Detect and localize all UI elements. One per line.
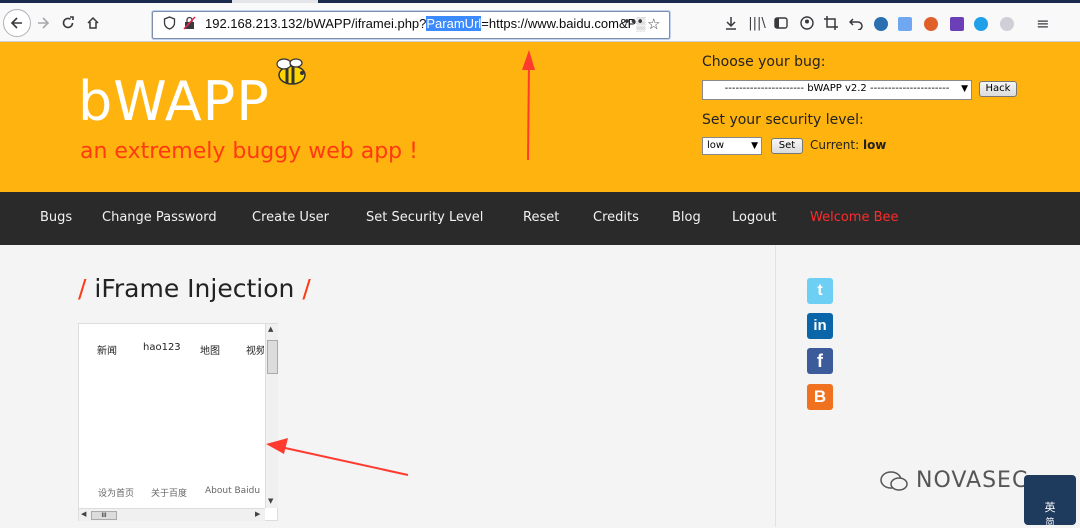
current-level-label: Current: — [810, 138, 860, 152]
url-text[interactable]: 192.168.213.132/bWAPP/iframei.php?ParamU… — [205, 16, 646, 31]
page-actions-button[interactable]: ••• — [623, 15, 644, 30]
chevron-down-icon: ▼ — [961, 84, 968, 94]
home-button[interactable] — [80, 10, 106, 36]
injected-iframe[interactable]: 新闻 hao123 地图 视频 设为首页 关于百度 About Baidu ▲ … — [78, 323, 278, 521]
nav-item-reset[interactable]: Reset — [523, 210, 559, 225]
sidebar-icon[interactable] — [768, 10, 794, 36]
title-slash-right: / — [302, 274, 311, 303]
watermark-text: NOVASEC — [916, 468, 1029, 493]
iframe-vertical-thumb[interactable] — [267, 340, 278, 374]
undo-icon[interactable] — [843, 10, 869, 36]
url-suffix: =https://www.baidu.com&P — [481, 16, 637, 31]
url-prefix: 192.168.213.132/bWAPP/iframei.php? — [205, 16, 427, 31]
main-nav: Bugs Change Password Create User Set Sec… — [0, 192, 1080, 245]
bookmark-star-icon[interactable]: ☆ — [647, 15, 660, 33]
extension-icon-5[interactable] — [974, 17, 988, 31]
set-button[interactable]: Set — [771, 138, 803, 154]
choose-bug-label: Choose your bug: — [702, 54, 826, 70]
download-icon[interactable] — [718, 10, 744, 36]
annotation-arrow-left — [266, 438, 409, 476]
twitter-icon[interactable]: t — [807, 278, 833, 304]
nav-item-change-password[interactable]: Change Password — [102, 210, 217, 225]
bug-select-value: ---------------------- bWAPP v2.2 ------… — [724, 83, 950, 94]
title-text: iFrame Injection — [94, 274, 295, 303]
title-slash-left: / — [78, 274, 87, 303]
security-level-label: Set your security level: — [702, 112, 864, 128]
crop-icon[interactable] — [818, 10, 844, 36]
insecure-lock-icon[interactable] — [183, 16, 196, 34]
extension-icon-6[interactable] — [1000, 17, 1014, 31]
site-logo[interactable]: bWAPP — [78, 70, 270, 133]
facebook-icon[interactable]: f — [807, 348, 833, 374]
extension-icon-3[interactable] — [924, 17, 938, 31]
extension-icon-4[interactable] — [950, 17, 964, 31]
menu-icon[interactable]: ≡ — [1030, 10, 1056, 36]
scroll-right-icon[interactable]: ▶ — [255, 510, 260, 518]
iframe-horizontal-thumb[interactable]: III — [91, 511, 117, 520]
iframe-link-hao123[interactable]: hao123 — [143, 342, 181, 353]
back-arrow-icon — [10, 17, 22, 29]
security-level-value: low — [707, 140, 725, 151]
library-icon[interactable]: |||\ — [744, 10, 770, 36]
current-level: Current: low — [810, 138, 886, 152]
forward-button[interactable] — [30, 10, 56, 36]
url-bar[interactable]: 192.168.213.132/bWAPP/iframei.php?ParamU… — [152, 11, 670, 39]
iframe-footer-about[interactable]: 关于百度 — [151, 486, 187, 499]
tagline: an extremely buggy web app ! — [80, 139, 418, 164]
reload-button[interactable] — [55, 10, 81, 36]
chevron-down-icon: ▼ — [751, 141, 758, 151]
back-button[interactable] — [3, 9, 31, 37]
watermark: NOVASEC — [880, 468, 1028, 493]
nav-item-create-user[interactable]: Create User — [252, 210, 329, 225]
hack-button[interactable]: Hack — [979, 81, 1017, 97]
nav-item-bugs[interactable]: Bugs — [40, 210, 72, 225]
scroll-left-icon[interactable]: ◀ — [81, 510, 86, 518]
sidebar-divider — [775, 245, 776, 527]
extension-icon-1[interactable] — [874, 17, 888, 31]
scroll-down-icon[interactable]: ▼ — [268, 497, 273, 505]
account-icon[interactable] — [794, 10, 820, 36]
iframe-footer-about-baidu[interactable]: About Baidu — [205, 486, 260, 496]
iframe-footer-homepage[interactable]: 设为首页 — [98, 486, 134, 499]
forward-arrow-icon — [38, 17, 50, 29]
security-level-select[interactable]: low ▼ — [702, 137, 762, 155]
nav-item-blog[interactable]: Blog — [672, 210, 701, 225]
ime-bottom: 简 — [1045, 518, 1055, 528]
iframe-link-news[interactable]: 新闻 — [97, 342, 117, 357]
annotation-arrow-up — [522, 50, 535, 161]
shield-icon[interactable] — [163, 16, 176, 34]
bug-select[interactable]: ---------------------- bWAPP v2.2 ------… — [702, 80, 972, 100]
iframe-horizontal-scrollbar[interactable]: ◀ III ▶ — [79, 508, 265, 521]
extension-icon-2[interactable] — [898, 17, 912, 31]
bee-icon — [276, 58, 306, 85]
welcome-text: Welcome Bee — [810, 210, 899, 225]
reload-icon — [62, 16, 74, 29]
iframe-link-map[interactable]: 地图 — [200, 342, 220, 357]
scroll-up-icon[interactable]: ▲ — [268, 325, 273, 333]
ime-widget[interactable]: 英 简 — [1024, 475, 1076, 528]
ime-top: 英 — [1044, 501, 1056, 514]
linkedin-icon[interactable]: in — [807, 313, 833, 339]
browser-toolbar: 192.168.213.132/bWAPP/iframei.php?ParamU… — [0, 3, 1080, 42]
nav-item-credits[interactable]: Credits — [593, 210, 639, 225]
nav-item-set-security-level[interactable]: Set Security Level — [366, 210, 483, 225]
nav-item-logout[interactable]: Logout — [732, 210, 777, 225]
chat-bubble-icon — [880, 471, 908, 491]
iframe-link-video[interactable]: 视频 — [246, 342, 264, 357]
current-level-value: low — [862, 138, 887, 152]
url-selected-param: ParamUrl — [426, 16, 482, 31]
page-title: / iFrame Injection / — [78, 274, 311, 303]
blogger-icon[interactable]: B — [807, 384, 833, 410]
iframe-vertical-scrollbar[interactable]: ▲ ▼ — [265, 324, 278, 508]
home-icon — [87, 16, 99, 29]
